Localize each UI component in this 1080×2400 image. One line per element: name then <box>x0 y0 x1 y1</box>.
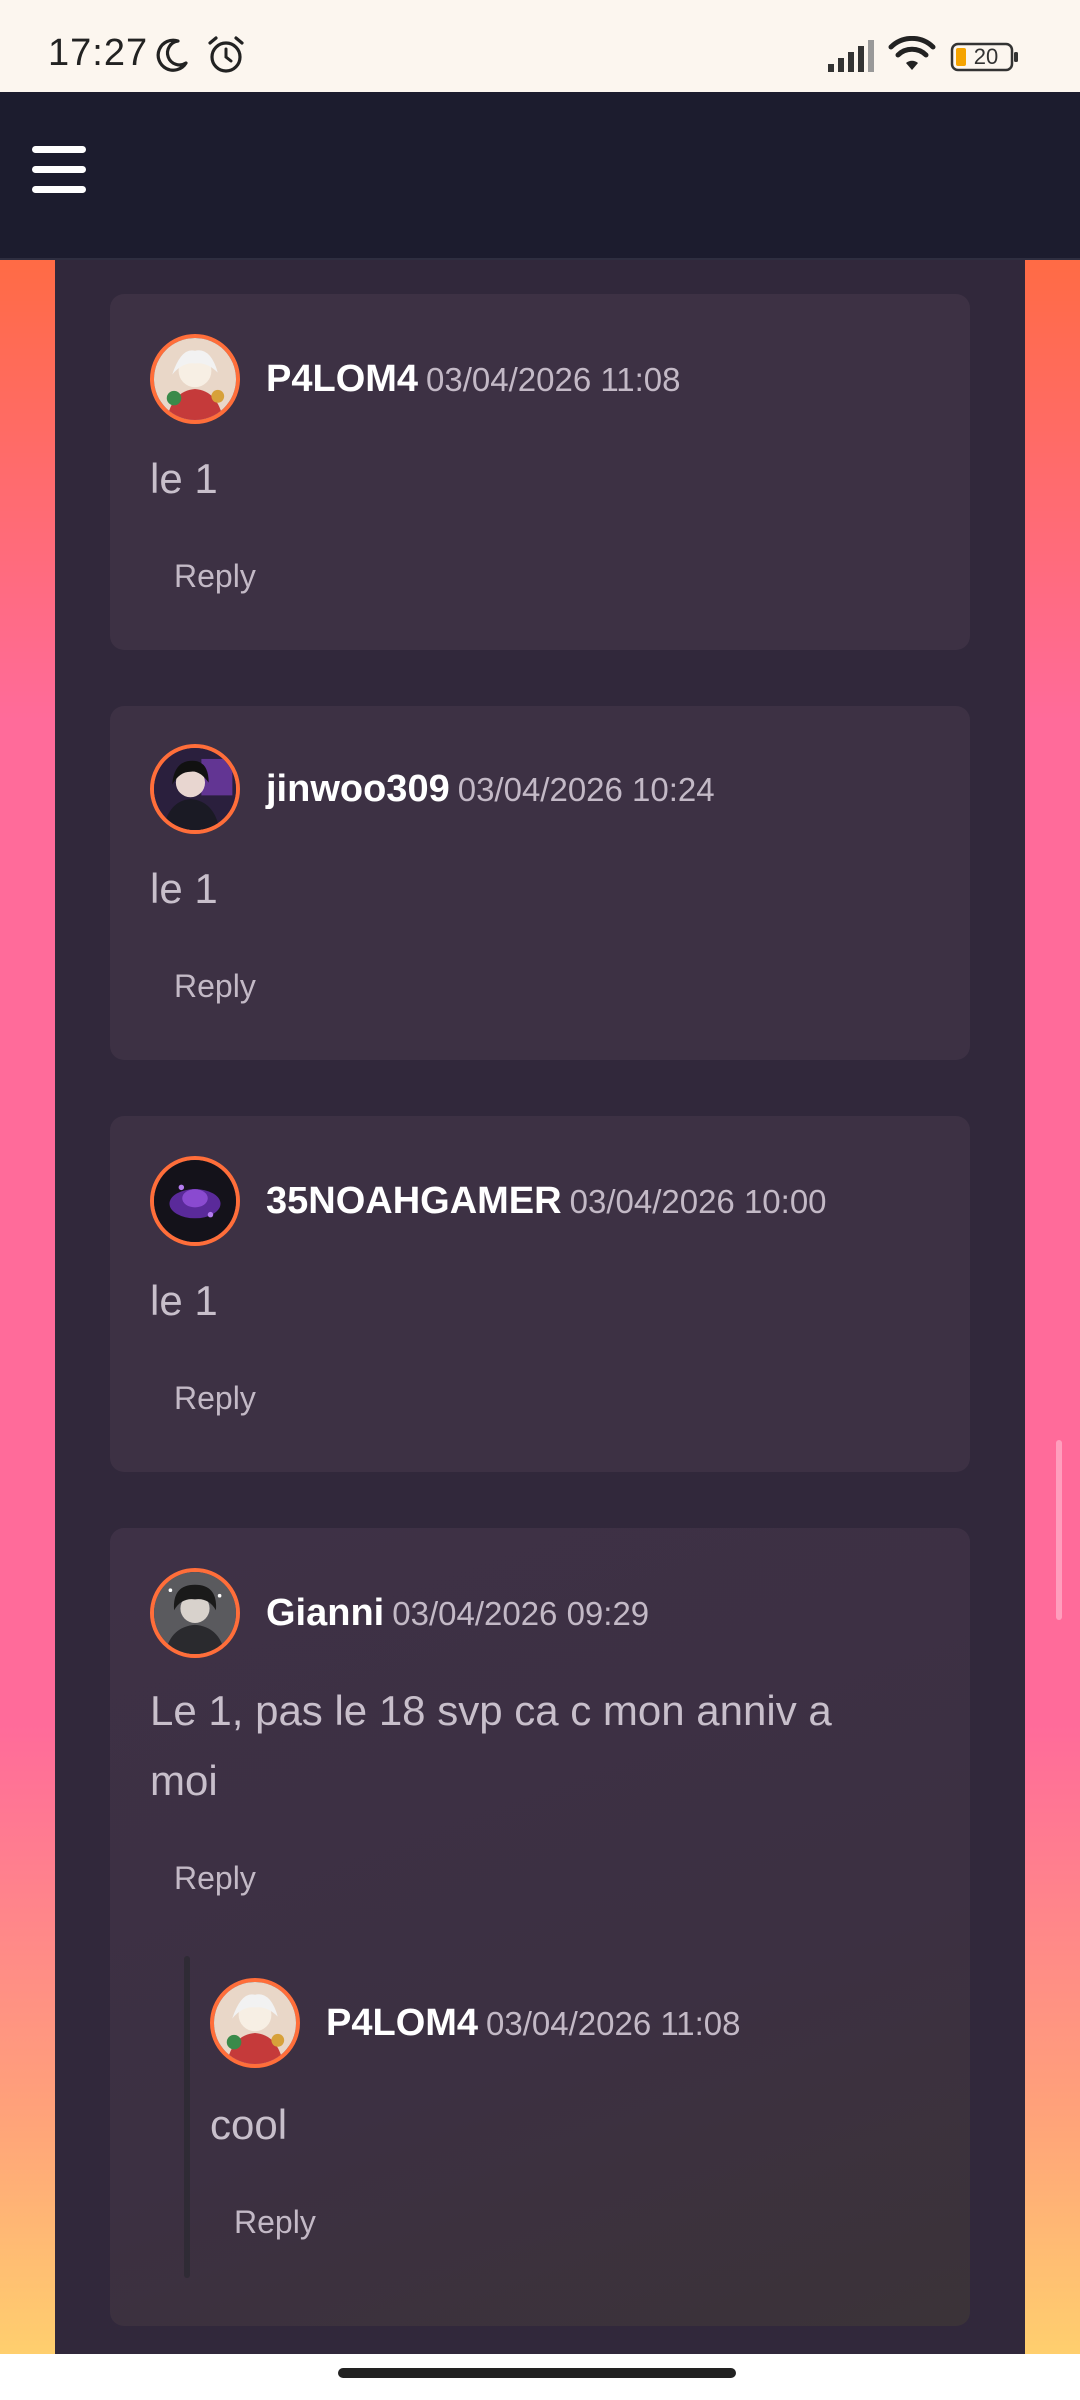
scrollbar[interactable] <box>1056 1440 1062 1620</box>
navigation-bar <box>0 2354 1080 2400</box>
page-background: P4LOM4 03/04/2026 11:08 le 1 Reply jinwoo… <box>0 260 1080 2354</box>
comment-text: le 1 <box>150 1277 218 1324</box>
user-avatar[interactable] <box>150 334 240 424</box>
reply-button[interactable]: Reply <box>174 1380 256 1417</box>
battery-icon: 20 <box>950 42 1020 72</box>
user-avatar[interactable] <box>210 1978 300 2068</box>
reply-thread-line <box>184 1956 190 2278</box>
battery-level: 20 <box>973 44 999 69</box>
comment-card: jinwoo309 03/04/2026 10:24 le 1 Reply <box>110 706 970 1060</box>
reply-author[interactable]: P4LOM4 03/04/2026 11:08 <box>326 2002 741 2045</box>
reply-button[interactable]: Reply <box>174 1860 256 1897</box>
user-avatar[interactable] <box>150 1568 240 1658</box>
comment-text-line: moi <box>150 1757 218 1804</box>
reply-button[interactable]: Reply <box>234 2204 316 2241</box>
comment-card: Gianni 03/04/2026 09:29 Le 1, pas le 18 s… <box>110 1528 970 2326</box>
hamburger-menu-icon[interactable] <box>32 146 88 198</box>
comment-text-line: Le 1, pas le 18 svp ca c mon anniv a <box>150 1687 832 1734</box>
comment-timestamp: 03/04/2026 09:29 <box>392 1595 650 1632</box>
comment-author[interactable]: P4LOM4 03/04/2026 11:08 <box>266 358 681 401</box>
user-avatar[interactable] <box>150 1156 240 1246</box>
wifi-icon <box>888 36 936 70</box>
signal-icon <box>828 40 874 72</box>
alarm-icon <box>208 36 244 73</box>
status-bar: 17:27 20 <box>0 0 1080 92</box>
moon-icon <box>156 38 188 72</box>
comment-card: 35NOAHGAMER 03/04/2026 10:00 le 1 Reply <box>110 1116 970 1472</box>
app-bar <box>0 92 1080 260</box>
comment-author[interactable]: jinwoo309 03/04/2026 10:24 <box>266 768 715 811</box>
reply-button[interactable]: Reply <box>174 558 256 595</box>
reply-text: cool <box>210 2101 288 2148</box>
comment-timestamp: 03/04/2026 10:24 <box>457 771 715 808</box>
comment-author[interactable]: Gianni 03/04/2026 09:29 <box>266 1592 649 1635</box>
status-time: 17:27 <box>48 32 149 74</box>
comment-author[interactable]: 35NOAHGAMER 03/04/2026 10:00 <box>266 1180 827 1223</box>
comment-text: le 1 <box>150 865 218 912</box>
comment-text: le 1 <box>150 455 218 502</box>
comments-column: P4LOM4 03/04/2026 11:08 le 1 Reply jinwoo… <box>55 260 1025 2354</box>
comment-text: Le 1, pas le 18 svp ca c mon anniv a moi <box>150 1676 930 1816</box>
comment-card: P4LOM4 03/04/2026 11:08 le 1 Reply <box>110 294 970 650</box>
comment-timestamp: 03/04/2026 11:08 <box>426 361 681 398</box>
comment-timestamp: 03/04/2026 10:00 <box>569 1183 827 1220</box>
reply-timestamp: 03/04/2026 11:08 <box>486 2005 741 2042</box>
user-avatar[interactable] <box>150 744 240 834</box>
reply-button[interactable]: Reply <box>174 968 256 1005</box>
home-indicator[interactable] <box>338 2368 736 2378</box>
